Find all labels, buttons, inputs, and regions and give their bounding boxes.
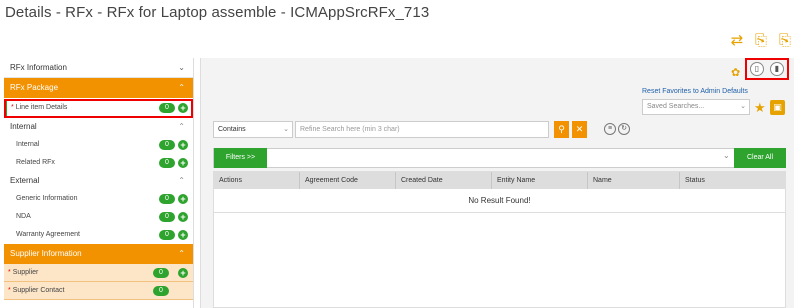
sidebar-item-warranty-agreement[interactable]: Warranty Agreement 0 + bbox=[4, 226, 193, 244]
count-badge: 0 bbox=[153, 268, 169, 278]
chevron-down-icon[interactable]: ⌄ bbox=[723, 151, 730, 160]
add-icon[interactable]: + bbox=[178, 230, 188, 240]
page-title: Details - RFx - RFx for Laptop assemble … bbox=[5, 4, 430, 21]
export-icon[interactable]: ▯ bbox=[750, 62, 764, 76]
required-marker: * bbox=[11, 104, 14, 111]
sidebar-item-label: Internal bbox=[16, 141, 40, 148]
search-icon[interactable]: ⚲ bbox=[554, 121, 569, 138]
count-badge: 0 bbox=[153, 286, 169, 296]
main-panel: ✿ ▯ ▮ Reset Favorites to Admin Defaults … bbox=[200, 58, 794, 308]
refresh-icon[interactable]: ↻ bbox=[618, 123, 630, 135]
sidebar-item-supplier-contact[interactable]: * Supplier Contact 0 bbox=[4, 282, 193, 300]
chevron-down-icon: ⌄ bbox=[740, 103, 746, 110]
copy-icon[interactable]: ⎘ bbox=[752, 32, 770, 50]
column-header[interactable]: Entity Name bbox=[492, 172, 588, 189]
clear-search-icon[interactable]: ✕ bbox=[572, 121, 587, 138]
subsection-external[interactable]: External ⌃ bbox=[4, 172, 193, 190]
count-badge: 0 bbox=[159, 194, 175, 204]
filter-bar: Filters >> ⌄ Clear All bbox=[213, 148, 786, 168]
saved-searches-select[interactable]: Saved Searches... ⌄ bbox=[642, 99, 750, 115]
list-view-icon[interactable]: ≡ bbox=[604, 123, 616, 135]
count-badge: 0 bbox=[159, 212, 175, 222]
sidebar-item-related-rfx[interactable]: Related RFx 0 + bbox=[4, 154, 193, 172]
reset-favorites-link[interactable]: Reset Favorites to Admin Defaults bbox=[642, 88, 748, 95]
count-badge: 0 bbox=[159, 158, 175, 168]
document-icon[interactable]: ⎘ bbox=[776, 32, 794, 50]
add-icon[interactable]: + bbox=[178, 268, 188, 278]
sidebar-item-label: Supplier bbox=[12, 269, 39, 276]
chevron-up-icon: ⌃ bbox=[178, 83, 185, 92]
save-icon[interactable]: ▣ bbox=[770, 100, 785, 115]
subsection-label: Internal bbox=[10, 122, 37, 131]
column-header[interactable]: Agreement Code bbox=[300, 172, 396, 189]
results-table: Actions Agreement Code Created Date Enti… bbox=[213, 171, 786, 308]
contains-select[interactable]: Contains ⌄ bbox=[213, 121, 293, 138]
add-icon[interactable]: + bbox=[178, 140, 188, 150]
download-icon[interactable]: ▮ bbox=[770, 62, 784, 76]
count-badge: 0 bbox=[159, 140, 175, 150]
sidebar-item-label: Warranty Agreement bbox=[16, 231, 80, 238]
export-icon-group: ▯ ▮ bbox=[745, 58, 789, 80]
sidebar-item-label: Generic Information bbox=[16, 195, 78, 202]
section-supplier-information[interactable]: Supplier Information ⌃ bbox=[4, 244, 193, 264]
section-rfx-package[interactable]: RFx Package ⌃ bbox=[4, 78, 193, 98]
add-icon[interactable]: + bbox=[178, 212, 188, 222]
contains-value: Contains bbox=[218, 126, 246, 133]
gear-icon[interactable]: ✿ bbox=[731, 66, 740, 79]
sidebar-item-label: Supplier Contact bbox=[12, 287, 65, 294]
column-header[interactable]: Created Date bbox=[396, 172, 492, 189]
count-badge: 0 bbox=[159, 103, 175, 113]
section-label: RFx Package bbox=[10, 83, 59, 92]
sidebar-item-supplier[interactable]: * Supplier 0 + bbox=[4, 264, 193, 282]
sidebar-item-label: NDA bbox=[16, 213, 31, 220]
column-header[interactable]: Status bbox=[680, 172, 785, 189]
swap-icon[interactable]: ⇄ bbox=[728, 32, 746, 50]
subsection-label: External bbox=[10, 176, 40, 185]
sidebar-item-line-item-details[interactable]: * Line item Details 0 + bbox=[4, 99, 193, 118]
subsection-internal[interactable]: Internal ⌃ bbox=[4, 118, 193, 136]
chevron-up-icon: ⌃ bbox=[178, 249, 185, 258]
sidebar-item-label: Line item Details bbox=[15, 104, 68, 111]
chevron-down-icon: ⌄ bbox=[178, 63, 185, 72]
chevron-up-icon: ⌃ bbox=[178, 122, 185, 131]
table-header: Actions Agreement Code Created Date Enti… bbox=[214, 172, 785, 189]
count-badge: 0 bbox=[159, 230, 175, 240]
sidebar-item-label: Related RFx bbox=[16, 159, 55, 166]
required-marker: * bbox=[8, 287, 11, 294]
filters-button[interactable]: Filters >> bbox=[214, 148, 267, 168]
add-icon[interactable]: + bbox=[178, 103, 188, 113]
clear-all-button[interactable]: Clear All bbox=[734, 148, 786, 168]
empty-message: No Result Found! bbox=[214, 189, 785, 213]
top-icon-bar: ⇄ ⎘ ⎘ bbox=[728, 32, 794, 50]
column-header[interactable]: Name bbox=[588, 172, 680, 189]
section-rfx-information[interactable]: RFx Information ⌄ bbox=[4, 58, 193, 78]
chevron-up-icon: ⌃ bbox=[178, 176, 185, 185]
sidebar-item-generic-information[interactable]: Generic Information 0 + bbox=[4, 190, 193, 208]
favorite-star-icon[interactable]: ★ bbox=[754, 100, 766, 116]
section-label: Supplier Information bbox=[10, 249, 82, 258]
column-header[interactable]: Actions bbox=[214, 172, 300, 189]
saved-searches-placeholder: Saved Searches... bbox=[647, 103, 705, 110]
add-icon[interactable]: + bbox=[178, 158, 188, 168]
sidebar-item-internal[interactable]: Internal 0 + bbox=[4, 136, 193, 154]
add-icon[interactable]: + bbox=[178, 194, 188, 204]
sidebar-item-nda[interactable]: NDA 0 + bbox=[4, 208, 193, 226]
required-marker: * bbox=[8, 269, 11, 276]
refine-search-input[interactable]: Refine Search here (min 3 char) bbox=[295, 121, 549, 138]
chevron-down-icon: ⌄ bbox=[283, 126, 289, 133]
sidebar: RFx Information ⌄ RFx Package ⌃ * Line i… bbox=[4, 58, 194, 308]
section-label: RFx Information bbox=[10, 63, 67, 72]
